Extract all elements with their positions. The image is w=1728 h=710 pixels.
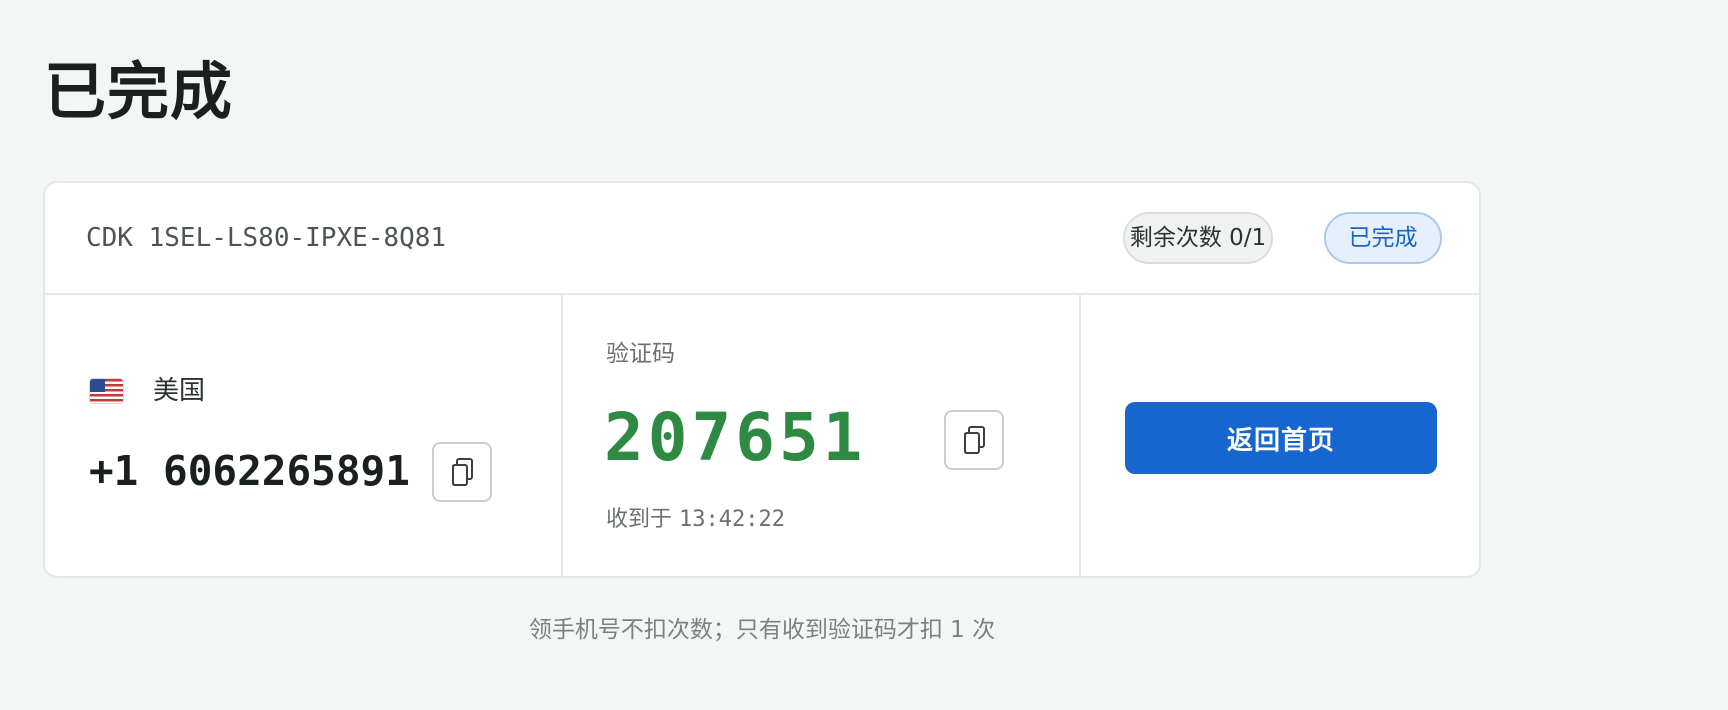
country-name: 美国 xyxy=(153,376,206,406)
cdk-code: CDK 1SEL-LS80-IPXE-8Q81 xyxy=(86,223,447,253)
remaining-count-badge: 剩余次数 0/1 xyxy=(1123,212,1273,264)
copy-code-button[interactable] xyxy=(944,410,1004,470)
action-section: 返回首页 xyxy=(1081,295,1479,576)
received-at: 收到于 13:42:22 xyxy=(606,505,785,535)
status-badge: 已完成 xyxy=(1324,212,1442,264)
verification-code: 207651 xyxy=(604,399,867,476)
card-header: CDK 1SEL-LS80-IPXE-8Q81 剩余次数 0/1 已完成 xyxy=(45,183,1479,295)
copy-icon xyxy=(964,426,985,454)
page-title: 已完成 xyxy=(44,55,234,128)
code-label: 验证码 xyxy=(606,341,675,367)
us-flag-icon xyxy=(90,379,123,403)
phone-section: 美国 +1 6062265891 xyxy=(45,295,563,576)
copy-phone-button[interactable] xyxy=(432,442,492,502)
phone-number: +1 6062265891 xyxy=(89,447,410,495)
copy-icon xyxy=(452,458,473,486)
received-prefix: 收到于 xyxy=(606,507,673,532)
order-card: CDK 1SEL-LS80-IPXE-8Q81 剩余次数 0/1 已完成 美国 … xyxy=(43,181,1481,578)
footer-note: 领手机号不扣次数；只有收到验证码才扣 1 次 xyxy=(528,617,996,643)
received-time: 13:42:22 xyxy=(679,507,785,532)
back-home-button[interactable]: 返回首页 xyxy=(1125,402,1437,474)
verification-code-section: 验证码 207651 收到于 13:42:22 xyxy=(563,295,1081,576)
